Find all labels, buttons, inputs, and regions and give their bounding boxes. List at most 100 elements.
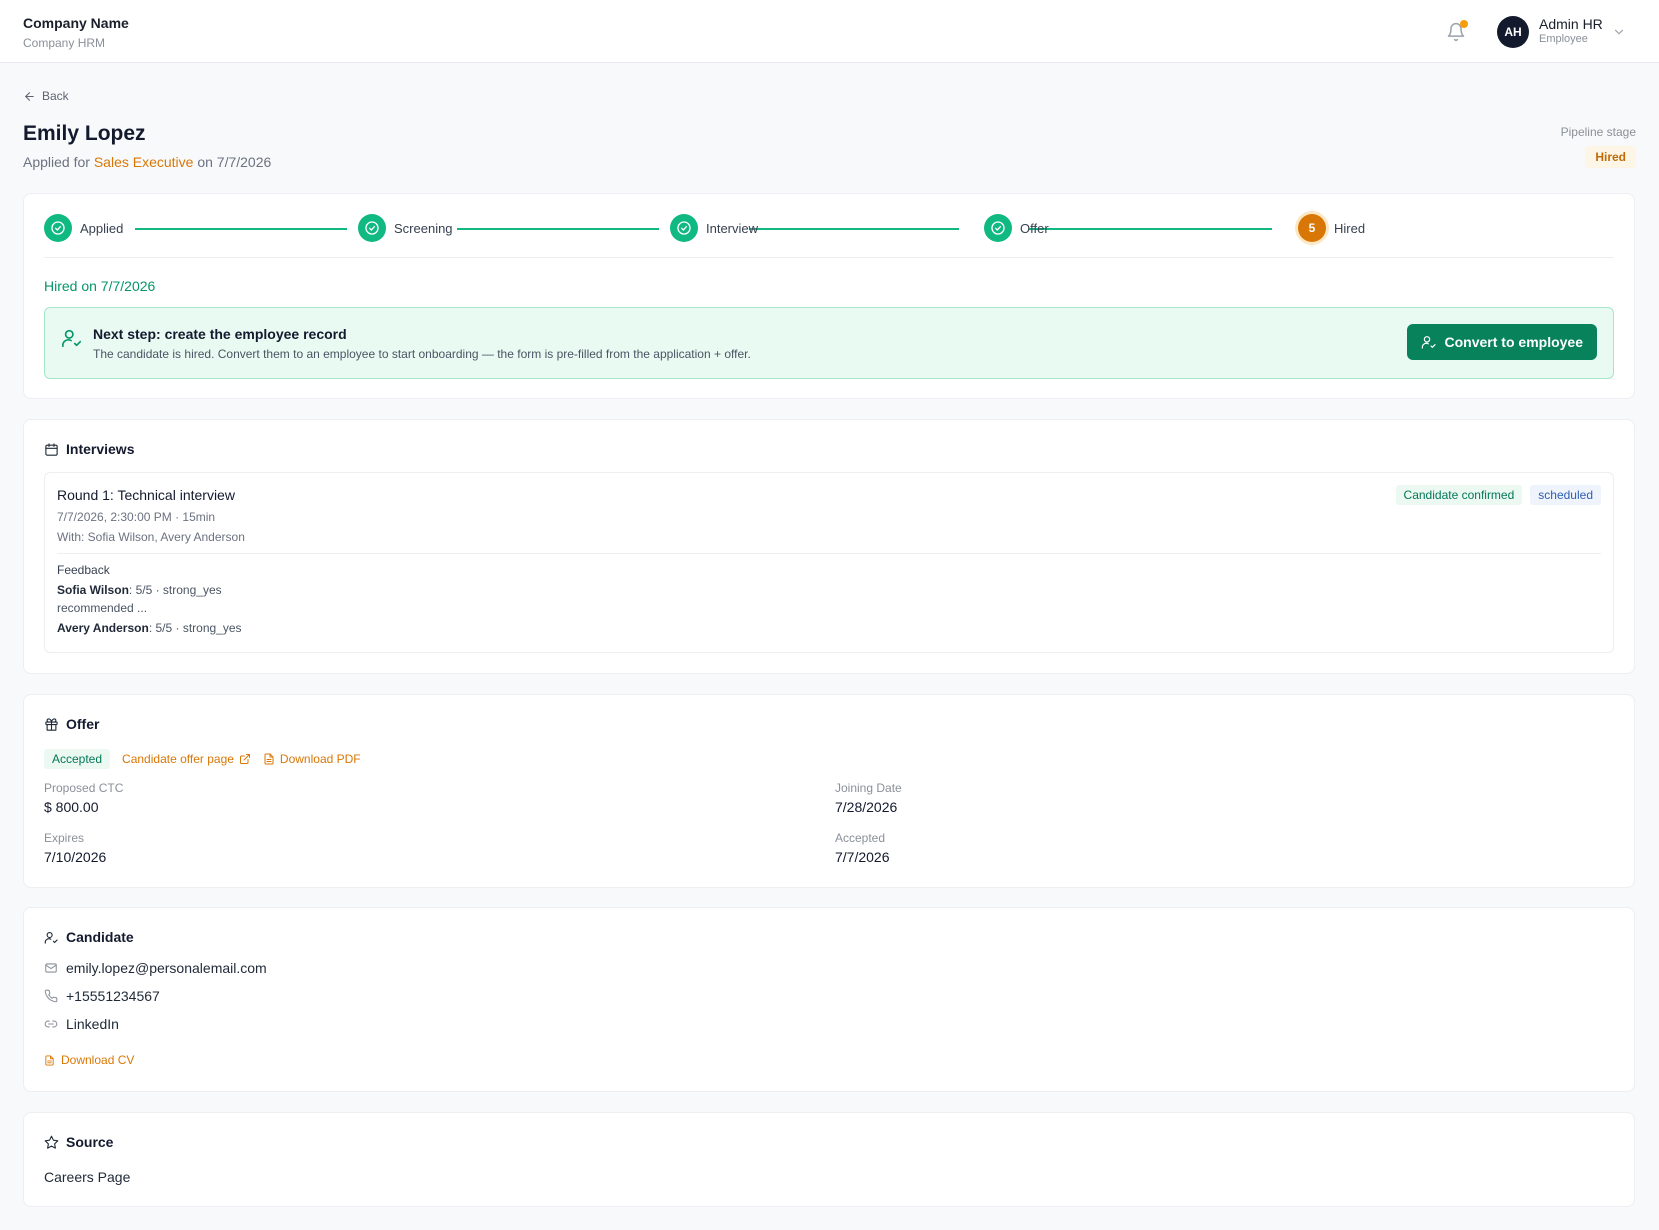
- applied-line: Applied for Sales Executive on 7/7/2026: [23, 154, 271, 170]
- phone-text: +15551234567: [66, 988, 160, 1004]
- pipeline-stage-badge: Hired: [1585, 146, 1636, 168]
- phone-icon: [44, 989, 58, 1003]
- interviews-card: Interviews Round 1: Technical interview …: [23, 419, 1635, 674]
- back-label: Back: [42, 89, 69, 103]
- linkedin-text: LinkedIn: [66, 1016, 119, 1032]
- user-check-icon: [1421, 336, 1436, 349]
- accepted-value: 7/7/2026: [835, 849, 890, 865]
- divider: [57, 553, 1601, 554]
- company-name: Company Name: [23, 15, 129, 31]
- interview-badges: Candidate confirmed scheduled: [1395, 485, 1601, 505]
- applied-prefix: Applied for: [23, 154, 90, 170]
- convert-to-employee-button[interactable]: Convert to employee: [1406, 324, 1597, 360]
- pipeline-stage-label: Pipeline stage: [1560, 125, 1636, 139]
- joining-date-value: 7/28/2026: [835, 799, 898, 815]
- offer-status-badge: Accepted: [44, 749, 111, 769]
- feedback-score: : 5/5 · strong_yes: [148, 621, 242, 635]
- step-hired[interactable]: 5 Hired: [1298, 214, 1365, 242]
- pipeline-card: Applied Screening Interview Offer 5 Hire…: [23, 193, 1635, 399]
- candidate-card: Candidate emily.lopez@personalemail.com …: [23, 907, 1635, 1092]
- star-icon: [44, 1135, 59, 1149]
- file-icon: [264, 753, 274, 765]
- user-check-icon: [62, 329, 82, 348]
- offer-actions: Accepted Candidate offer page Download P…: [44, 749, 361, 769]
- check-circle-icon: [358, 214, 386, 242]
- step-applied[interactable]: Applied: [44, 214, 123, 242]
- step-label: Hired: [1334, 220, 1366, 236]
- avatar[interactable]: AH: [1497, 16, 1529, 48]
- check-circle-icon: [44, 214, 72, 242]
- proposed-ctc-value: $ 800.00: [44, 799, 99, 815]
- next-step-title: Next step: create the employee record: [93, 326, 347, 342]
- step-interview[interactable]: Interview: [670, 214, 758, 242]
- next-step-banner: Next step: create the employee record Th…: [44, 307, 1614, 379]
- feedback-entry: Sofia Wilson: 5/5 · strong_yes: [57, 583, 222, 597]
- offer-heading-text: Offer: [66, 716, 100, 732]
- calendar-icon: [45, 442, 58, 456]
- candidate-heading-text: Candidate: [66, 929, 134, 945]
- expires-label: Expires: [44, 831, 85, 845]
- step-label: Applied: [80, 220, 124, 236]
- feedback-reviewer: Sofia Wilson: [57, 583, 129, 597]
- page-title: Emily Lopez: [23, 122, 146, 145]
- step-label: Interview: [706, 220, 759, 236]
- download-cv-label: Download CV: [61, 1053, 135, 1067]
- step-connector: [749, 228, 959, 230]
- source-value: Careers Page: [44, 1169, 131, 1185]
- file-icon: [45, 1054, 54, 1066]
- feedback-entry: Avery Anderson: 5/5 · strong_yes: [57, 621, 242, 635]
- divider: [44, 257, 1614, 258]
- pipeline-steps: Applied Screening Interview Offer 5 Hire…: [44, 214, 1614, 244]
- candidate-phone[interactable]: +15551234567: [44, 988, 160, 1004]
- back-link[interactable]: Back: [23, 89, 69, 103]
- check-circle-icon: [670, 214, 698, 242]
- step-connector: [135, 228, 347, 230]
- step-label: Screening: [394, 220, 453, 236]
- candidate-offer-page-link[interactable]: Candidate offer page: [122, 752, 251, 766]
- offer-page-label: Candidate offer page: [122, 752, 234, 766]
- top-bar: Company Name Company HRM AH Admin HR Emp…: [0, 0, 1659, 63]
- interview-status-badge: scheduled: [1530, 485, 1601, 505]
- source-heading-text: Source: [66, 1134, 114, 1150]
- email-text: emily.lopez@personalemail.com: [66, 960, 267, 976]
- download-pdf-label: Download PDF: [279, 752, 361, 766]
- company-subtitle: Company HRM: [23, 36, 106, 50]
- gift-icon: [45, 717, 58, 731]
- user-name[interactable]: Admin HR: [1539, 16, 1603, 32]
- step-connector: [1029, 228, 1272, 230]
- feedback-score: : 5/5 · strong_yes: [128, 583, 222, 597]
- interview-item: Round 1: Technical interview 7/7/2026, 2…: [44, 472, 1614, 653]
- chevron-down-icon[interactable]: [1612, 25, 1626, 39]
- source-heading: Source: [44, 1134, 113, 1150]
- download-pdf-link[interactable]: Download PDF: [263, 752, 361, 766]
- step-offer[interactable]: Offer: [984, 214, 1049, 242]
- interview-participants: With: Sofia Wilson, Avery Anderson: [57, 530, 245, 544]
- candidate-linkedin[interactable]: LinkedIn: [44, 1016, 119, 1032]
- step-label: Offer: [1020, 220, 1049, 236]
- link-icon: [44, 1020, 58, 1028]
- interview-title: Round 1: Technical interview: [57, 487, 235, 503]
- notification-dot: [1460, 20, 1468, 28]
- feedback-note: recommended ...: [57, 601, 148, 615]
- feedback-label: Feedback: [57, 563, 110, 577]
- job-role-link[interactable]: Sales Executive: [94, 154, 194, 170]
- next-step-description: The candidate is hired. Convert them to …: [93, 347, 751, 361]
- interviews-heading-text: Interviews: [66, 441, 135, 457]
- offer-card: Offer Accepted Candidate offer page Down…: [23, 694, 1635, 888]
- check-circle-icon: [984, 214, 1012, 242]
- download-cv-link[interactable]: Download CV: [44, 1053, 134, 1067]
- interview-datetime: 7/7/2026, 2:30:00 PM · 15min: [57, 510, 216, 524]
- user-role: Employee: [1539, 33, 1588, 45]
- offer-heading: Offer: [44, 716, 99, 732]
- step-number: 5: [1298, 214, 1326, 242]
- applied-date: on 7/7/2026: [197, 154, 272, 170]
- source-card: Source Careers Page: [23, 1112, 1635, 1207]
- arrow-left-icon: [25, 91, 34, 101]
- external-link-icon: [239, 754, 250, 764]
- step-connector: [457, 228, 659, 230]
- interviews-heading: Interviews: [44, 441, 134, 457]
- candidate-heading: Candidate: [44, 929, 134, 945]
- joining-date-label: Joining Date: [835, 781, 902, 795]
- candidate-email[interactable]: emily.lopez@personalemail.com: [44, 960, 267, 976]
- step-screening[interactable]: Screening: [358, 214, 453, 242]
